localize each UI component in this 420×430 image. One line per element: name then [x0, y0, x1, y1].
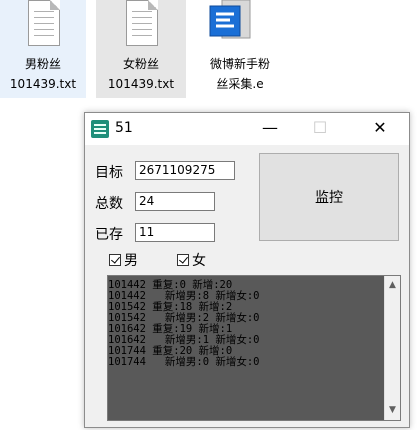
scroll-up-icon[interactable]: ▲ — [385, 278, 400, 293]
desktop-file-label: 男粉丝 101439.txt — [9, 57, 77, 91]
text-file-icon — [28, 0, 60, 46]
log-lines: 101442 重复:0 新增:20 101442 新增男:8 新增女:0 101… — [108, 280, 384, 368]
female-checkbox-label: 女 — [192, 253, 206, 269]
male-checkbox[interactable]: 男 — [109, 250, 138, 270]
text-file-icon — [126, 0, 158, 46]
checkbox-check-icon — [109, 254, 121, 266]
total-input[interactable]: 24 — [135, 192, 215, 211]
log-textbox[interactable]: 101442 重复:0 新增:20 101442 新增男:8 新增女:0 101… — [107, 275, 401, 421]
saved-input[interactable]: 11 — [135, 223, 215, 242]
male-checkbox-label: 男 — [124, 253, 138, 269]
window-title: 51 — [115, 120, 133, 136]
checkbox-check-icon — [177, 254, 189, 266]
desktop-file-weibo-collector[interactable]: 微博新手粉 丝采集.e — [190, 0, 290, 98]
title-bar[interactable]: 51 — ☐ ✕ — [85, 113, 409, 145]
target-label: 目标 — [95, 165, 123, 181]
saved-label: 已存 — [95, 227, 123, 243]
desktop-file-female-fans[interactable]: 女粉丝 101439.txt — [96, 0, 186, 98]
desktop-file-label: 微博新手粉 丝采集.e — [209, 57, 270, 91]
scroll-down-icon[interactable]: ▼ — [385, 403, 400, 418]
minimize-button[interactable]: — — [247, 113, 293, 145]
app-window: 51 — ☐ ✕ 目标 2671109275 总数 24 已存 11 监控 男 … — [84, 112, 410, 428]
female-checkbox[interactable]: 女 — [177, 250, 206, 270]
maximize-button: ☐ — [312, 118, 328, 137]
easy-language-source-icon — [209, 0, 251, 39]
desktop-file-label: 女粉丝 101439.txt — [107, 57, 175, 91]
app-icon — [91, 120, 109, 138]
total-label: 总数 — [95, 196, 123, 212]
log-line: 101744 新增男:0 新增女:0 — [108, 356, 260, 368]
desktop-file-male-fans[interactable]: 男粉丝 101439.txt — [0, 0, 86, 98]
close-button[interactable]: ✕ — [357, 113, 403, 145]
monitor-button[interactable]: 监控 — [259, 153, 399, 241]
target-input[interactable]: 2671109275 — [135, 161, 235, 180]
vertical-scrollbar[interactable]: ▲ ▼ — [384, 276, 400, 420]
